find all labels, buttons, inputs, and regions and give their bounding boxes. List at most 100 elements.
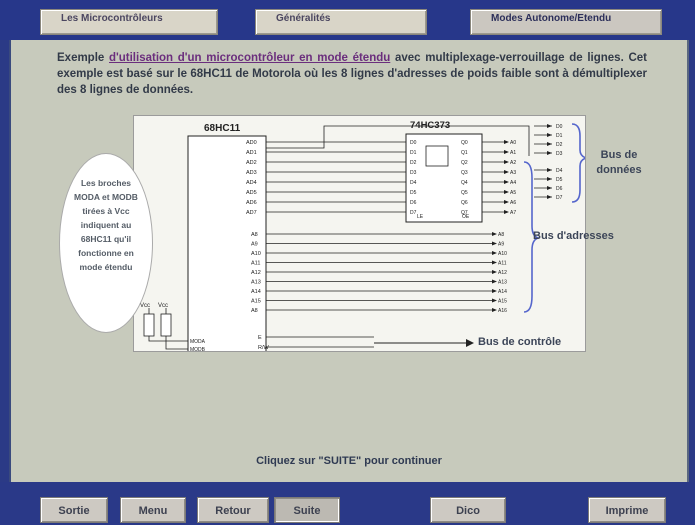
q-arrow-6 [504, 200, 509, 204]
addr-low-label-6: A6 [510, 200, 516, 206]
latch-out-1: Q1 [461, 150, 468, 156]
addr-high-arrow-7 [492, 298, 497, 303]
q-arrow-5 [504, 190, 509, 194]
addr-low-label-3: A3 [510, 170, 516, 176]
addr-low-label-4: A4 [510, 180, 516, 186]
hc11-pin-ad5: AD5 [246, 190, 257, 196]
hc11-mode-moda: MODA [190, 339, 206, 345]
chip-68hc11-title: 68HC11 [204, 123, 241, 134]
addr-high-arrow-1 [492, 241, 497, 246]
hc11-pin-ad6: AD6 [246, 200, 257, 206]
addr-high-lines: A8 A9 A10 A11 A12 A13 A14 A15 A16 [266, 232, 507, 314]
menu-button[interactable]: Menu [120, 497, 186, 523]
brace-donnees [571, 123, 589, 203]
addr-high-label-4: A12 [498, 270, 507, 276]
addr-high-arrow-8 [492, 308, 497, 312]
latch-in-6: D6 [410, 200, 417, 206]
data-arrow-7 [547, 195, 552, 199]
q-arrow-0 [504, 140, 509, 144]
suite-button[interactable]: Suite [274, 497, 340, 523]
addr-high-arrow-3 [492, 260, 497, 265]
addr-low-label-2: A2 [510, 160, 516, 166]
latch-in-3: D3 [410, 170, 417, 176]
resistor-modb [160, 313, 172, 337]
latch-le-label: LE [417, 214, 424, 220]
hc11-pin-ad4: AD4 [246, 180, 257, 186]
top-tab-bar: Les Microcontrôleurs Généralités Modes A… [0, 0, 695, 40]
latch-in-1: D1 [410, 150, 417, 156]
hc11-pin-high-3: A11 [251, 261, 260, 267]
latch-in-4: D4 [410, 180, 417, 186]
tab-generalites[interactable]: Généralités [255, 9, 427, 35]
latch-out-7: Q7 [461, 210, 468, 216]
mode-explanation-bubble: Les broches MODA et MODB tirées à Vcc in… [59, 153, 153, 333]
chip-74hc373-title: 74HC373 [410, 120, 450, 131]
vcc-label-1: Vcc [140, 303, 150, 309]
tab-modes-autonome-etendu[interactable]: Modes Autonome/Etendu [470, 9, 662, 35]
hc11-ctrl-1: R/W [258, 345, 270, 351]
data-bus-link [266, 125, 530, 156]
latch-out-0: Q0 [461, 140, 468, 146]
label-bus-donnees: Bus de données [596, 149, 642, 176]
label-bus-adresses: Bus d'adresses [533, 230, 614, 242]
content-panel: Exemple d'utilisation d'un microcontrôle… [9, 40, 689, 482]
intro-highlight-link[interactable]: d'utilisation d'un microcontrôleur en mo… [109, 52, 390, 64]
intro-word-exemple: Exemple [57, 52, 105, 64]
addr-high-arrow-4 [492, 270, 497, 274]
hc11-ctrl-0: E [258, 335, 262, 341]
q-arrow-7 [504, 210, 509, 214]
sortie-button[interactable]: Sortie [40, 497, 108, 523]
data-pin-0: D0 [556, 124, 563, 130]
addr-low-label-0: A0 [510, 140, 516, 146]
retour-button[interactable]: Retour [197, 497, 269, 523]
data-pin-4: D4 [556, 168, 563, 174]
hc11-pin-ad0: AD0 [246, 140, 257, 146]
latch-out-2: Q2 [461, 160, 468, 166]
addr-high-label-1: A9 [498, 242, 504, 248]
imprime-button[interactable]: Imprime [588, 497, 666, 523]
addr-high-arrow-0 [492, 232, 497, 236]
data-pin-3: D3 [556, 151, 563, 157]
hc11-pin-ad3: AD3 [246, 170, 257, 176]
addr-high-label-2: A10 [498, 251, 507, 257]
tab-les-microcontroleurs[interactable]: Les Microcontrôleurs [40, 9, 218, 35]
q-arrow-1 [504, 150, 509, 154]
data-lines: D0 D1 D2 D3 D4 D5 D6 D7 [534, 124, 563, 201]
hc11-pin-ad1: AD1 [246, 150, 257, 156]
data-arrow-0 [547, 124, 552, 128]
data-arrow-1 [547, 133, 552, 137]
data-pin-6: D6 [556, 186, 563, 192]
addr-high-label-7: A15 [498, 299, 507, 305]
data-arrow-6 [547, 186, 552, 190]
addr-high-label-8: A16 [498, 308, 507, 314]
circuit-svg: 68HC11 AD0AD1AD2AD3AD4AD5AD6AD7 A8A9A10A… [140, 120, 589, 357]
ctrl-bus-arrowhead [466, 339, 474, 347]
label-bus-controle: Bus de contrôle [478, 336, 562, 348]
circuit-diagram: 68HC11 AD0 AD1 AD2 AD3 AD4 AD5 AD6 AD7 A8 A9 A10 A… [133, 115, 589, 357]
dico-button[interactable]: Dico [430, 497, 506, 523]
addr-high-label-5: A13 [498, 280, 507, 286]
data-pin-5: D5 [556, 177, 563, 183]
data-pin-1: D1 [556, 133, 563, 139]
hc11-pin-ad7: AD7 [246, 210, 257, 216]
addr-high-arrow-5 [492, 279, 497, 284]
resistor-moda [143, 313, 155, 337]
continue-instruction: Cliquez sur "SUITE" pour continuer [256, 455, 442, 467]
hc11-pin-high-1: A9 [251, 242, 258, 248]
mode-explanation-text: Les broches MODA et MODB tirées à Vcc in… [74, 178, 138, 272]
latch-in-7: D7 [410, 210, 417, 216]
q-arrow-2 [504, 160, 509, 164]
hc11-pin-high-4: A12 [251, 270, 261, 276]
hc11-pin-high-5: A13 [251, 280, 261, 286]
data-pin-7: D7 [556, 195, 563, 201]
latch-out-5: Q5 [461, 190, 468, 196]
latch-in-5: D5 [410, 190, 417, 196]
hc11-mode-modb: MODB [190, 347, 206, 351]
hc11-pin-high-6: A14 [251, 289, 261, 295]
latch-ff-symbol [425, 145, 449, 167]
hc11-pin-high-8: A8 [251, 308, 258, 314]
vcc-label-2: Vcc [158, 303, 168, 309]
addr-high-label-3: A11 [498, 261, 507, 267]
q-arrow-3 [504, 170, 509, 174]
addr-high-label-0: A8 [498, 232, 504, 238]
